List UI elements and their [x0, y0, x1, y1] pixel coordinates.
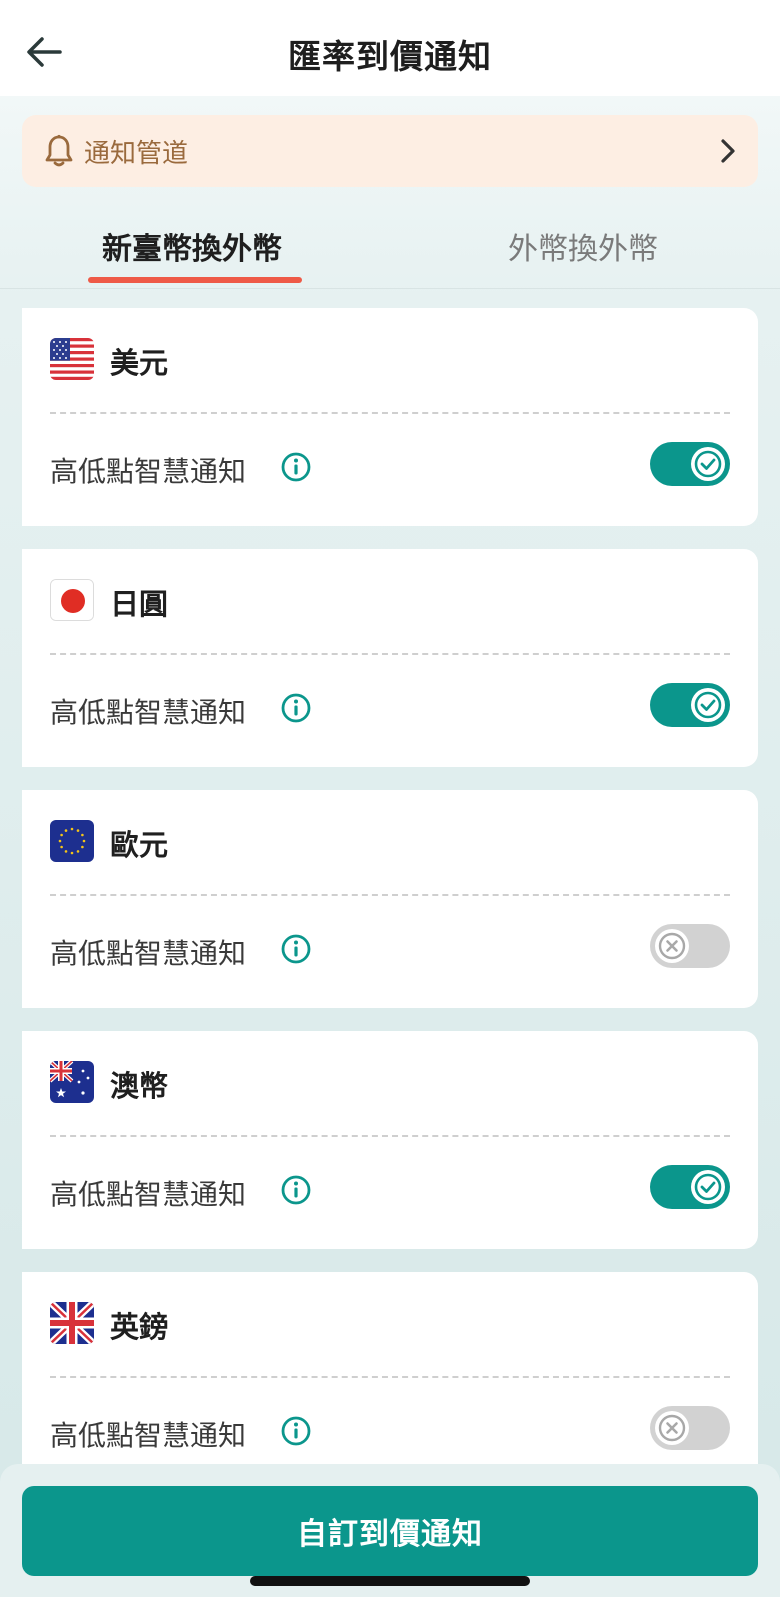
check-icon [691, 1170, 725, 1204]
info-icon[interactable] [280, 1174, 312, 1206]
currency-name: 日圓 [110, 587, 169, 621]
dashed-divider [50, 1376, 730, 1378]
currency-name: 澳幣 [110, 1069, 169, 1103]
smart-alert-toggle[interactable] [650, 1406, 730, 1450]
x-icon [655, 929, 689, 963]
dashed-divider [50, 653, 730, 655]
home-indicator [250, 1576, 530, 1586]
info-icon[interactable] [280, 933, 312, 965]
currency-card-jpy: 日圓 高低點智慧通知 [22, 549, 758, 767]
check-icon [691, 447, 725, 481]
info-icon[interactable] [280, 451, 312, 483]
currency-card-usd: 美元 高低點智慧通知 [22, 308, 758, 526]
smart-alert-toggle[interactable] [650, 442, 730, 486]
smart-alert-toggle[interactable] [650, 1165, 730, 1209]
us-flag-icon [50, 338, 94, 380]
currency-name: 英鎊 [110, 1310, 169, 1344]
info-icon[interactable] [280, 1415, 312, 1447]
app-header: 匯率到價通知 [0, 0, 780, 96]
currency-name: 歐元 [110, 828, 169, 862]
bell-icon [42, 133, 76, 169]
smart-alert-label: 高低點智慧通知 [50, 1178, 247, 1211]
active-tab-indicator [88, 277, 302, 283]
currency-card-gbp: 英鎊 高低點智慧通知 [22, 1272, 758, 1490]
tab-twd-to-foreign[interactable]: 新臺幣換外幣 [102, 224, 282, 268]
smart-alert-label: 高低點智慧通知 [50, 455, 247, 488]
divider [0, 288, 780, 289]
currency-card-aud: 澳幣 高低點智慧通知 [22, 1031, 758, 1249]
x-icon [655, 1411, 689, 1445]
channel-label: 通知管道 [84, 138, 189, 169]
chevron-right-icon [721, 139, 735, 163]
smart-alert-toggle[interactable] [650, 924, 730, 968]
info-icon[interactable] [280, 692, 312, 724]
au-flag-icon [50, 1061, 94, 1103]
dashed-divider [50, 412, 730, 414]
custom-price-alert-button[interactable]: 自訂到價通知 [22, 1486, 758, 1576]
notification-channel-row[interactable]: 通知管道 [22, 115, 758, 187]
dashed-divider [50, 1135, 730, 1137]
gb-flag-icon [50, 1302, 94, 1344]
check-icon [691, 688, 725, 722]
currency-card-eur: 歐元 高低點智慧通知 [22, 790, 758, 1008]
jp-flag-icon [50, 579, 94, 621]
page-title: 匯率到價通知 [288, 37, 492, 76]
smart-alert-label: 高低點智慧通知 [50, 1419, 247, 1452]
currency-name: 美元 [110, 346, 169, 380]
tab-bar: 新臺幣換外幣 外幣換外幣 [0, 212, 780, 290]
smart-alert-label: 高低點智慧通知 [50, 696, 247, 729]
tab-foreign-to-foreign[interactable]: 外幣換外幣 [508, 224, 658, 268]
dashed-divider [50, 894, 730, 896]
smart-alert-toggle[interactable] [650, 683, 730, 727]
smart-alert-label: 高低點智慧通知 [50, 937, 247, 970]
eu-flag-icon [50, 820, 94, 862]
